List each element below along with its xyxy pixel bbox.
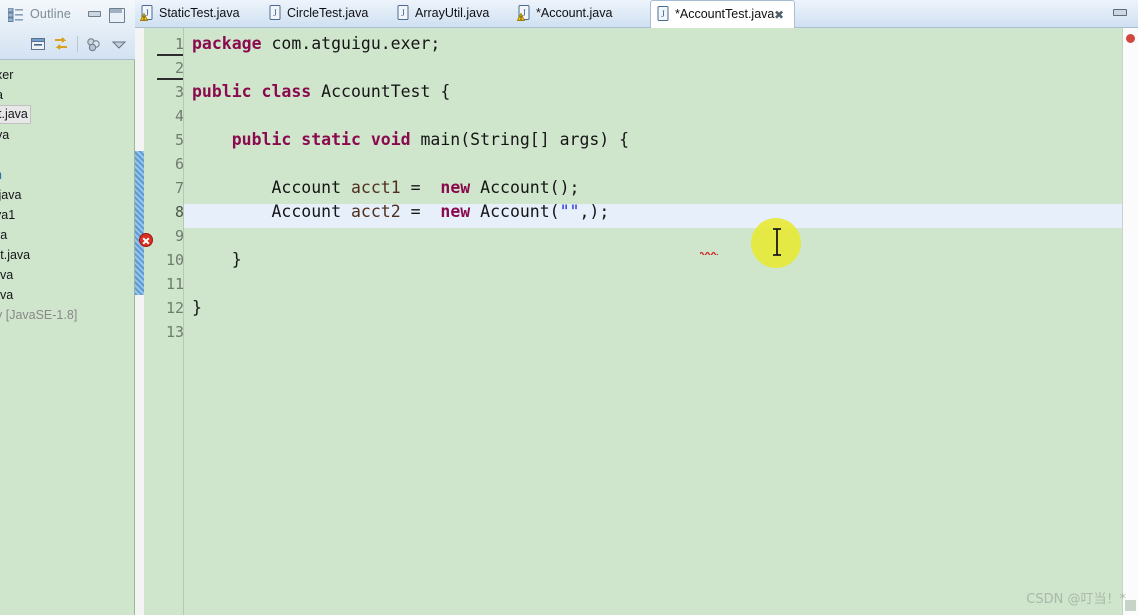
line-number: 12 [165,299,184,317]
explorer-item[interactable]: ava [0,285,134,305]
editor-tab-label: StaticTest.java [159,6,240,20]
java-file-icon: J [268,5,282,21]
svg-text:J: J [661,9,665,19]
explorer-item[interactable]: t.java [0,105,134,125]
explorer-item-label: ava [0,268,14,282]
explorer-item[interactable]: st.java [0,245,134,265]
code-text-area[interactable]: package com.atguigu.exer; public class Ac… [184,28,1122,615]
java-file-icon: J [656,6,670,22]
code-editor[interactable]: 1 2 3 4 5 6 7 8 9 10 11 12 13 package com.atguigu.ex… [135,28,1138,615]
editor-tab[interactable]: J StaticTest.java [135,0,263,28]
code-line[interactable]: package com.atguigu.exer; [192,32,440,56]
editor-tab-label: *AccountTest.java [675,7,775,21]
explorer-item-label: y [JavaSE-1.8] [0,308,78,322]
explorer-item[interactable]: va [0,225,134,245]
explorer-item[interactable]: ava [0,265,134,285]
view-menu-chevron-icon[interactable] [110,36,128,53]
code-line[interactable]: public class AccountTest { [192,80,450,104]
code-line[interactable]: } [192,296,202,320]
svg-text:J: J [401,8,405,18]
toolbar-separator [77,36,78,52]
error-marker-icon[interactable] [139,233,153,247]
ruler-error-icon[interactable] [1126,34,1135,43]
window-minimize-button[interactable] [1113,9,1127,18]
explorer-item[interactable]: a [0,85,134,105]
explorer-item-label: t.java [0,105,31,124]
overview-ruler[interactable] [1122,28,1138,615]
java-file-icon: J [396,5,410,21]
package-explorer-tree[interactable]: xer at.java va n .java va1 va st.java ava ava y [J… [0,60,134,615]
line-number: 10 [165,251,184,269]
line-number: 3 [174,83,184,101]
outline-title: Outline [30,7,72,21]
outline-titlebar: Outline [0,0,135,30]
close-icon[interactable]: ✖ [774,8,784,22]
ruler-bottom-marker [1125,600,1136,611]
line-number: 11 [165,275,184,293]
line-number: 7 [174,179,184,197]
explorer-item-label: ava [0,288,14,302]
explorer-item[interactable]: va [0,125,134,145]
java-file-warning-icon: J [516,5,531,21]
change-bar [135,151,144,295]
filter-icon[interactable] [85,36,103,53]
line-number: 1 [174,35,184,53]
code-line[interactable]: public static void main(String[] args) { [192,128,629,152]
explorer-item[interactable]: n [0,165,134,185]
editor-tab[interactable]: J CircleTest.java [263,0,391,28]
error-squiggly-underline [700,251,718,255]
code-line[interactable]: } [192,248,242,272]
explorer-item[interactable]: va1 [0,205,134,225]
line-number: 4 [174,107,184,125]
code-line[interactable]: Account acct2 = new Account("",); [192,200,609,224]
line-number-column: 1 2 3 4 5 6 7 8 9 10 11 12 13 [144,28,188,615]
line-number: 6 [174,155,184,173]
editor-tab[interactable]: J *Account.java [512,0,644,28]
i-beam-cursor-icon [773,228,781,256]
editor-tab-label: ArrayUtil.java [415,6,490,20]
editor-tab[interactable]: J *AccountTest.java ✖ [650,0,795,29]
outline-panel: Outline [0,0,135,60]
explorer-item-label: xer [0,68,14,82]
left-panel-column: Outline er t.java a ava a1 a t.java va v… [0,0,135,615]
explorer-item[interactable]: y [JavaSE-1.8] [0,305,134,325]
editor-tab[interactable]: J ArrayUtil.java [391,0,512,28]
line-number: 5 [174,131,184,149]
explorer-item-label: va1 [0,208,16,222]
explorer-item-label: a [0,85,3,105]
svg-text:J: J [273,8,277,18]
line-number: 2 [174,59,184,77]
code-line[interactable]: Account acct1 = new Account(); [192,176,579,200]
outline-minimize-button[interactable] [88,11,101,19]
editor-tab-label: CircleTest.java [287,6,369,20]
editor-tab-bar: J StaticTest.java J CircleTest.java J ArrayUt… [135,0,1138,29]
explorer-item[interactable]: xer [0,65,134,85]
explorer-item-label: va [0,228,8,242]
explorer-item[interactable]: .java [0,185,134,205]
explorer-item-label: st.java [0,248,31,262]
outline-toolbar [0,30,135,59]
explorer-item-label: n [0,165,2,185]
explorer-item-label: va [0,128,10,142]
explorer-item-label: .java [0,188,22,202]
watermark-text: CSDN @叮当！* [1026,592,1126,607]
line-number: 8 [174,203,184,221]
gutter-annotation-strip [135,28,144,615]
sort-links-icon[interactable] [52,36,70,53]
outline-maximize-button[interactable] [109,8,125,23]
java-file-warning-icon: J [139,5,154,21]
collapse-all-icon[interactable] [30,36,48,53]
outline-view-icon [7,7,23,22]
editor-tab-label: *Account.java [536,6,613,20]
line-number: 13 [165,323,184,341]
